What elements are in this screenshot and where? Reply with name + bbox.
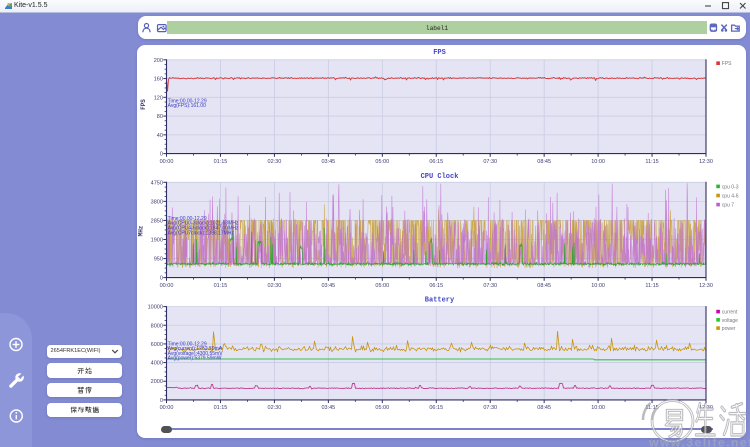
svg-text:www.3elife.net: www.3elife.net: [648, 435, 750, 447]
